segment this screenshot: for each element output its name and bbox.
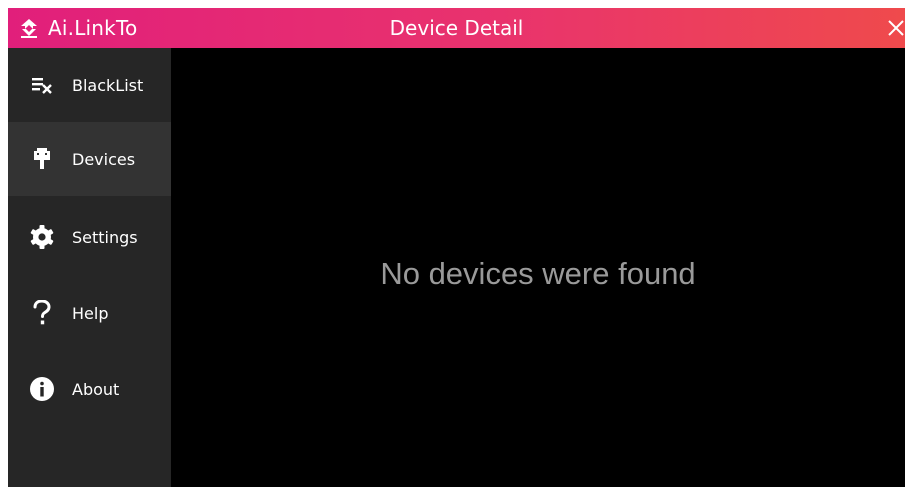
device-detail-panel: No devices were found: [171, 48, 905, 487]
sidebar-item-label: BlackList: [72, 75, 144, 95]
sidebar-item-label: Help: [72, 303, 109, 323]
info-icon: [8, 352, 60, 426]
gear-icon: [8, 200, 60, 274]
sidebar-item-label: Devices: [72, 149, 136, 169]
brand: Ai.LinkTo: [18, 8, 137, 48]
sidebar-item-settings[interactable]: Settings: [8, 200, 171, 274]
sidebar-item-blacklist[interactable]: BlackList: [8, 48, 171, 122]
sidebar-item-about[interactable]: About: [8, 352, 171, 426]
window-title: Device Detail: [389, 16, 524, 40]
sidebar-item-devices[interactable]: Devices: [8, 122, 171, 196]
sidebar-item-label: Settings: [72, 227, 138, 247]
question-mark-icon: [8, 276, 60, 350]
app-window: Ai.LinkTo Device Detail BlackList Device…: [8, 8, 905, 487]
brand-name: Ai.LinkTo: [48, 16, 138, 40]
sidebar: BlackList Devices Settings Help About: [8, 48, 171, 487]
blacklist-icon: [8, 48, 60, 122]
close-icon: [887, 19, 905, 37]
close-button[interactable]: [875, 8, 905, 48]
ai-linkto-logo-icon: [18, 17, 40, 39]
sidebar-item-label: About: [72, 379, 120, 399]
usb-plug-icon: [8, 122, 60, 196]
sidebar-item-help[interactable]: Help: [8, 276, 171, 350]
empty-state-message: No devices were found: [380, 256, 696, 291]
title-bar[interactable]: Ai.LinkTo Device Detail: [8, 8, 905, 48]
